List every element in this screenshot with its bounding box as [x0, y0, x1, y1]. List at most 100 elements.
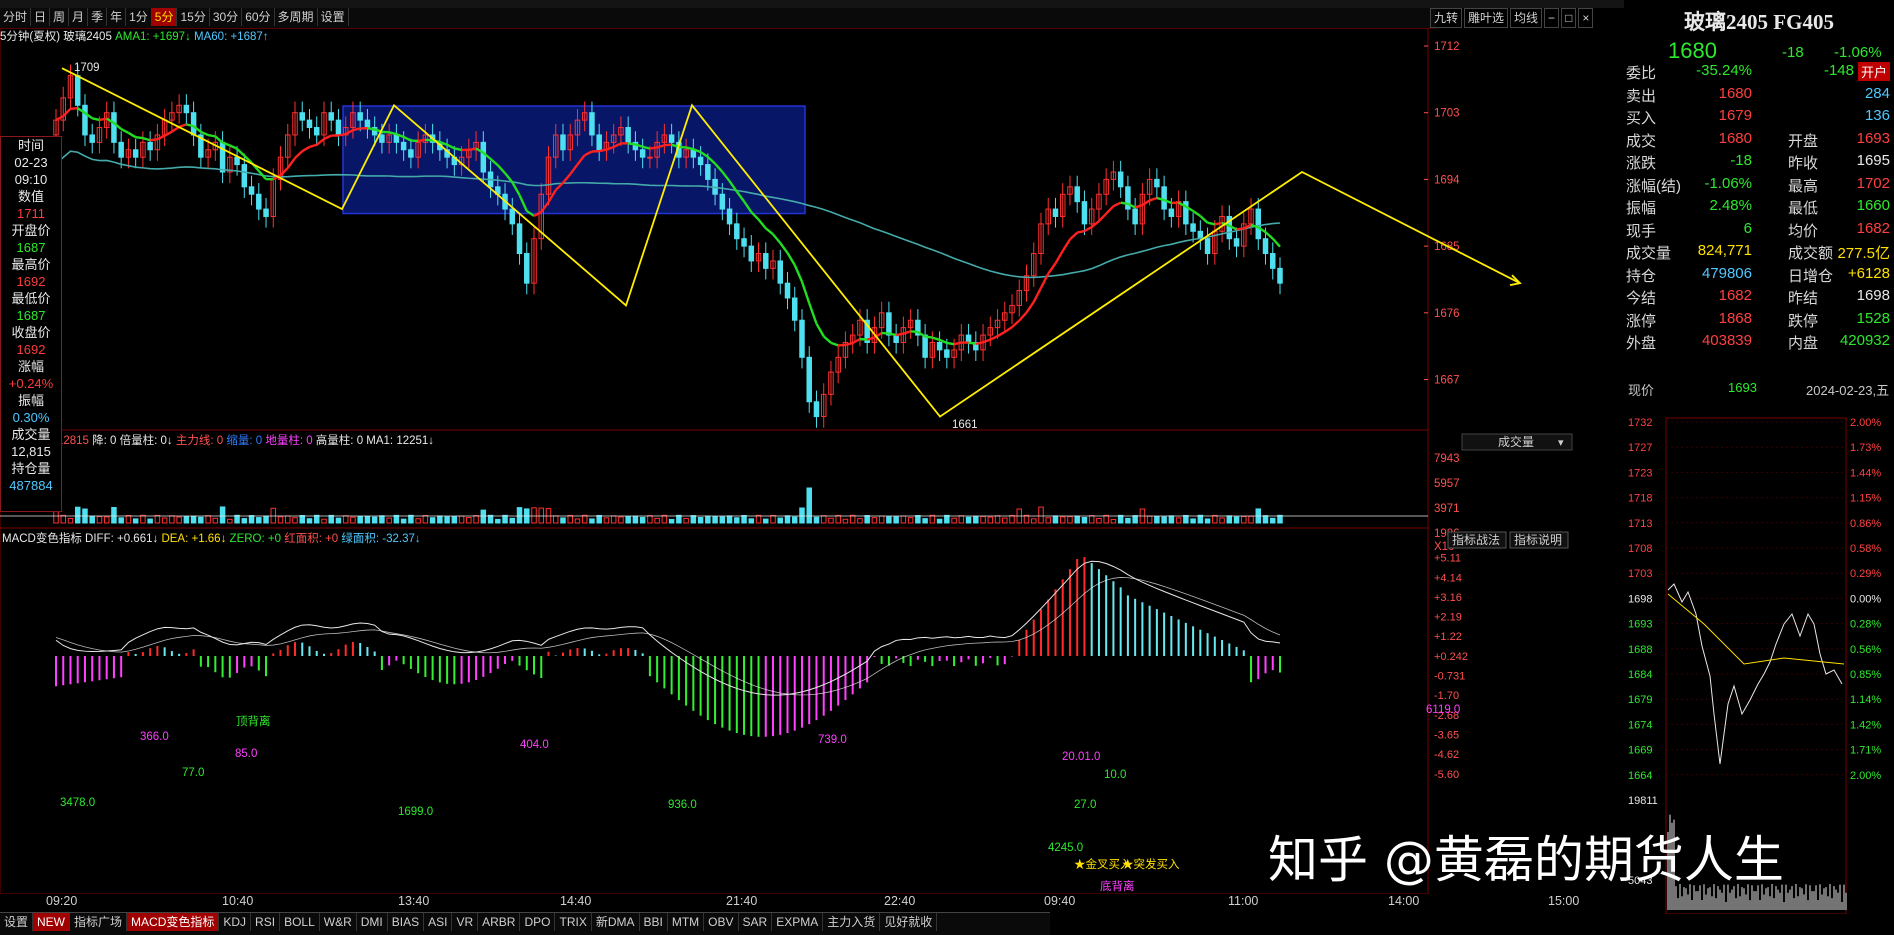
indicator-tab-7[interactable]: W&R [320, 913, 357, 931]
indicator-tab-18[interactable]: OBV [704, 913, 738, 931]
mini-left-6: 1703 [1628, 568, 1652, 580]
ama-segment [824, 336, 831, 342]
indicator-tab-1[interactable]: NEW [33, 913, 70, 931]
indicator-tab-8[interactable]: DMI [357, 913, 388, 931]
indicator-tab-4[interactable]: KDJ [219, 913, 251, 931]
period-6[interactable]: 1分 [126, 8, 152, 26]
volume-item-2: 主力线: 0 [173, 433, 223, 447]
volume-bar [488, 515, 492, 523]
indicator-tab-3[interactable]: MACD变色指标 [127, 913, 219, 931]
period-11[interactable]: 多周期 [275, 8, 318, 26]
indicator-tab-15[interactable]: 新DMA [592, 913, 640, 931]
indicator-tab-11[interactable]: VR [452, 913, 478, 931]
time-tick-2: 13:40 [398, 894, 429, 908]
toolbar-right-btn-1[interactable]: 雕叶选 [1464, 8, 1508, 28]
indicator-tab-16[interactable]: BBI [640, 913, 668, 931]
quote-row-12: 外盘403839内盘420932 [1624, 332, 1894, 354]
ama-segment [1150, 198, 1157, 200]
period-7[interactable]: 5分 [152, 8, 178, 26]
ama-segment [1200, 216, 1207, 223]
volume-bar [293, 518, 297, 523]
open-account-button[interactable]: 开户 [1858, 62, 1890, 81]
volume-bar [771, 515, 775, 523]
indicator-tab-19[interactable]: SAR [739, 913, 773, 931]
ama-segment [780, 243, 787, 253]
indicator-tab-14[interactable]: TRIX [555, 913, 591, 931]
quote-l2-3: 开盘 [1788, 130, 1818, 151]
volume-bar [836, 515, 840, 523]
period-4[interactable]: 季 [88, 8, 107, 26]
volume-bar [1024, 515, 1028, 523]
candle-body [706, 165, 710, 180]
indicator-tab-6[interactable]: BOLL [280, 913, 320, 931]
volume-bar [850, 515, 854, 523]
volume-bar [988, 517, 992, 523]
period-9[interactable]: 30分 [210, 8, 242, 26]
period-1[interactable]: 日 [31, 8, 50, 26]
period-10[interactable]: 60分 [242, 8, 274, 26]
volume-bar [307, 519, 311, 523]
indicator-tab-9[interactable]: BIAS [388, 913, 424, 931]
candle-body [735, 224, 739, 239]
quote-l-4: 涨跌 [1626, 152, 1656, 173]
indicator-tab-13[interactable]: DPO [520, 913, 555, 931]
period-5[interactable]: 年 [107, 8, 126, 26]
macd-tick-9: -3.65 [1434, 730, 1459, 742]
volume-bar [706, 516, 710, 523]
volume-bar [1003, 518, 1007, 523]
ama-segment [469, 149, 476, 150]
volume-bar [1082, 517, 1086, 523]
quote-v1-1: 1680 [1719, 85, 1752, 102]
quote-v2-12: 420932 [1840, 332, 1890, 349]
candle-body [669, 135, 673, 142]
volume-bar [1104, 515, 1108, 523]
period-3[interactable]: 月 [69, 8, 88, 26]
volume-bar [901, 516, 905, 523]
quote-l-1: 卖出 [1626, 85, 1656, 106]
candle-body [742, 239, 746, 246]
period-8[interactable]: 15分 [177, 8, 209, 26]
indicator-tab-12[interactable]: ARBR [478, 913, 520, 931]
candle-body [235, 157, 239, 164]
volume-bar [503, 515, 507, 523]
volume-bar [351, 517, 355, 523]
ama-segment [1266, 232, 1273, 239]
indicator-tab-22[interactable]: 见好就收 [880, 913, 937, 931]
mini-right-10: 0.85% [1850, 669, 1881, 681]
period-12[interactable]: 设置 [318, 8, 349, 26]
ama-segment [1084, 227, 1091, 231]
indicator-tab-2[interactable]: 指标广场 [70, 913, 127, 931]
volume-bar [597, 515, 601, 523]
indicator-tab-17[interactable]: MTM [668, 913, 704, 931]
candle-body [945, 350, 949, 357]
maximize-icon[interactable]: □ [1561, 8, 1576, 28]
indicator-tab-10[interactable]: ASI [424, 913, 452, 931]
minimize-icon[interactable]: − [1544, 8, 1559, 28]
time-tick-9: 15:00 [1548, 894, 1579, 908]
candle-body [894, 335, 898, 342]
indicator-tab-20[interactable]: EXPMA [772, 913, 823, 931]
volume-bar [995, 516, 999, 523]
macd-tick-1: +4.14 [1434, 572, 1462, 584]
period-0[interactable]: 分时 [0, 8, 31, 26]
period-2[interactable]: 周 [50, 8, 69, 26]
indicator-tab-21[interactable]: 主力入货 [823, 913, 880, 931]
toolbar-right-btn-0[interactable]: 九转 [1430, 8, 1462, 28]
ama-segment [679, 147, 686, 148]
volume-bar [314, 515, 318, 523]
volume-bar [430, 518, 434, 523]
toolbar-right-btn-2[interactable]: 均线 [1510, 8, 1542, 28]
quote-date: 2024-02-23,五 [1806, 380, 1889, 399]
ama-segment [208, 135, 215, 136]
candle-body [264, 209, 268, 216]
ama-segment [1121, 203, 1128, 204]
candle-body [640, 150, 644, 157]
candle-body [626, 128, 630, 143]
candle-body [517, 224, 521, 254]
quote-row-8: 成交量824,771成交额277.5亿 [1624, 242, 1894, 264]
indicator-tab-0[interactable]: 设置 [0, 913, 33, 931]
volume-bar [416, 519, 420, 523]
indicator-tab-5[interactable]: RSI [251, 913, 280, 931]
close-icon[interactable]: × [1578, 8, 1593, 28]
kline-chart-svg[interactable]: 17121703169416851676166717091661VOLUME: … [0, 28, 1624, 894]
